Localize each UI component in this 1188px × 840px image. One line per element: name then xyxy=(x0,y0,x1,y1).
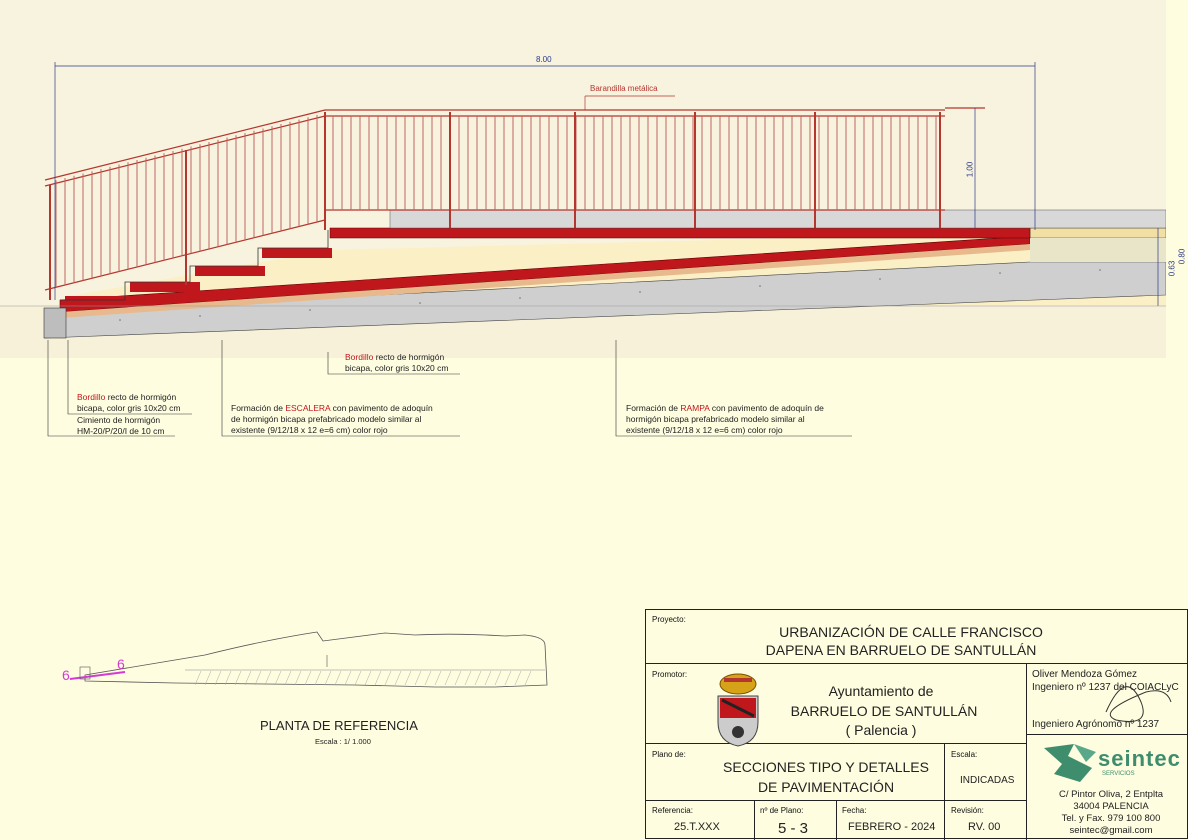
dim-rail-height-label: 1.00 xyxy=(965,161,975,178)
plan-hatch-line xyxy=(294,670,302,686)
plan-hatch-line xyxy=(284,670,292,686)
company-logo-text: seintec xyxy=(1098,746,1181,771)
plan-hatch-line xyxy=(314,670,322,686)
plan-hatch-line xyxy=(484,670,492,686)
promotor-line-2: BARRUELO DE SANTULLÁN xyxy=(790,703,978,719)
plano-label: Plano de: xyxy=(652,750,686,759)
escala-label: Escala: xyxy=(951,750,978,759)
ref-value: 25.T.XXX xyxy=(674,821,720,833)
plan-hatch-line xyxy=(324,670,332,686)
promotor-line-1: Ayuntamiento de xyxy=(828,683,934,699)
rev-label: Revisión: xyxy=(951,806,984,815)
proyecto-label: Proyecto: xyxy=(652,615,686,624)
plan-hatch-line xyxy=(274,670,282,686)
dim-063-label: 0.63 xyxy=(1167,260,1177,277)
plan-hatch-line xyxy=(214,670,222,686)
plan-hatch-line xyxy=(254,670,262,686)
company-address-3: Tel. y Fax. 979 100 800 xyxy=(1061,813,1161,824)
nplano-value: 5 - 3 xyxy=(778,820,809,837)
title-block: Proyecto: URBANIZACIÓN DE CALLE FRANCISC… xyxy=(645,609,1188,840)
plan-hatch-line xyxy=(364,670,372,686)
plan-scale: Escala : 1/ 1.000 xyxy=(315,737,371,746)
plan-hatch-line xyxy=(434,670,442,686)
plan-hatch-line xyxy=(244,670,252,686)
plan-hatch-line xyxy=(474,670,482,686)
plan-marker-left: 6 xyxy=(62,667,70,683)
plan-marker-right: 6 xyxy=(117,656,125,672)
plan-hatch-line xyxy=(404,670,412,686)
plan-hatch-line xyxy=(394,670,402,686)
plan-hatch-line xyxy=(234,670,242,686)
plan-hatch-line xyxy=(224,670,232,686)
dim-080-label: 0.80 xyxy=(1177,248,1187,265)
company-logo-sub: SERVICIOS xyxy=(1102,771,1135,777)
company-address-1: C/ Pintor Oliva, 2 Entplta xyxy=(1058,789,1164,800)
fecha-label: Fecha: xyxy=(842,806,867,815)
rev-value: RV. 00 xyxy=(968,821,1001,833)
plan-hatch-line xyxy=(204,670,212,686)
plan-hatch-line xyxy=(454,670,462,686)
plan-hatch-line xyxy=(334,670,342,686)
note-ramp: Formación de RAMPA con pavimento de adoq… xyxy=(626,403,824,435)
plan-hatch-line xyxy=(344,670,352,686)
note-curb-center: Bordillo recto de hormigón bicapa, color… xyxy=(345,352,449,373)
plan-hatch-line xyxy=(354,670,362,686)
plan-hatch-line xyxy=(494,670,502,686)
company-address-2: 34004 PALENCIA xyxy=(1073,801,1149,812)
plan-hatch-line xyxy=(384,670,392,686)
plan-hatch-line xyxy=(424,670,432,686)
escala-value: INDICADAS xyxy=(960,775,1015,786)
fecha-value: FEBRERO - 2024 xyxy=(848,821,936,833)
plan-hatch-line xyxy=(464,670,472,686)
note-curb-left: Bordillo recto de hormigón bicapa, color… xyxy=(77,392,181,413)
plan-hatch-line xyxy=(414,670,422,686)
plan-hatch-line xyxy=(514,670,522,686)
note-foundation: Cimiento de hormigón HM-20/P/20/I de 10 … xyxy=(77,415,165,436)
plan-hatch-line xyxy=(504,670,512,686)
promotor-label: Promotor: xyxy=(652,670,688,679)
ref-label: Referencia: xyxy=(652,806,693,815)
proyecto-line-1: URBANIZACIÓN DE CALLE FRANCISCO xyxy=(779,624,1043,640)
plan-hatch-line xyxy=(444,670,452,686)
company-address-4: seintec@gmail.com xyxy=(1069,825,1153,836)
plan-hatch-line xyxy=(264,670,272,686)
dim-total-label: 8.00 xyxy=(536,55,552,64)
reference-plan xyxy=(69,631,548,688)
plan-title: PLANTA DE REFERENCIA xyxy=(260,718,418,733)
proyecto-line-2: DAPENA EN BARRUELO DE SANTULLÁN xyxy=(765,642,1037,658)
plan-hatch-line xyxy=(374,670,382,686)
nplano-label: nº de Plano: xyxy=(760,806,804,815)
company-address: C/ Pintor Oliva, 2 Entplta 34004 PALENCI… xyxy=(1036,789,1186,837)
promotor-line-3: ( Palencia ) xyxy=(845,722,917,738)
signature-icon xyxy=(1086,672,1176,737)
railing-label: Barandilla metálica xyxy=(590,84,658,93)
note-stair: Formación de ESCALERA con pavimento de a… xyxy=(231,403,433,435)
plan-hatch-line xyxy=(304,670,312,686)
section-svg xyxy=(0,62,1181,358)
section-drawing: 8.00 Barandilla metálica 1.00 xyxy=(0,0,1181,358)
plano-line-1: SECCIONES TIPO Y DETALLES xyxy=(723,759,929,775)
coat-of-arms-icon xyxy=(712,670,764,753)
plan-hatch-line xyxy=(524,670,532,686)
plano-line-2: DE PAVIMENTACIÓN xyxy=(757,779,895,795)
